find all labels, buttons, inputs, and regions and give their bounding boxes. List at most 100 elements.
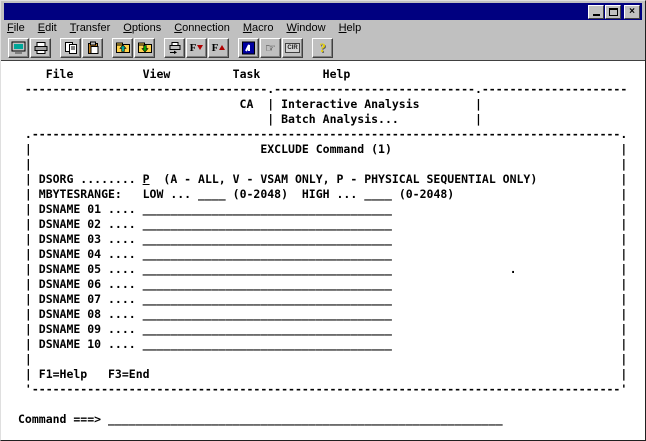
menu-file[interactable]: File <box>7 22 32 34</box>
dsorg-options-text: (A - ALL, V - VSAM ONLY, P - PHYSICAL SE… <box>149 172 628 186</box>
host-menu-file[interactable]: File <box>18 67 74 81</box>
dsname-01-label: | DSNAME 01 .... <box>18 202 143 216</box>
copy-button[interactable] <box>60 37 81 58</box>
print-screen-icon <box>169 41 180 54</box>
title-bar[interactable]: × <box>4 3 642 20</box>
dsname-05-row: | DSNAME 05 .... _______________________… <box>18 262 628 276</box>
pointing-hand-icon: ☞ <box>265 40 276 55</box>
print-button[interactable] <box>30 37 51 58</box>
question-mark-icon: ? <box>319 39 326 55</box>
dsname-06-label: | DSNAME 06 .... <box>18 277 143 291</box>
menu-bar: File Edit Transfer Options Connection Ma… <box>1 20 645 35</box>
task-dropdown-row-1: CA | Interactive Analysis | <box>18 97 482 111</box>
app-window: × File Edit Transfer Options Connection … <box>0 0 646 441</box>
dsname-08-label: | DSNAME 08 .... <box>18 307 143 321</box>
host-menu-view[interactable]: View <box>73 67 171 81</box>
paste-button[interactable] <box>82 37 103 58</box>
minimize-icon <box>592 14 600 16</box>
send-file-button[interactable] <box>112 37 133 58</box>
dsname-09-input[interactable]: ____________________________________ <box>143 322 392 336</box>
receive-file-button[interactable] <box>134 37 155 58</box>
minimize-button[interactable] <box>588 4 604 19</box>
dsname-04-label: | DSNAME 04 .... <box>18 247 143 261</box>
toolbar: F F ☞ CIR ? <box>1 35 645 60</box>
command-label: Command ===> <box>18 412 109 426</box>
dsname-03-row: | DSNAME 03 .... _______________________… <box>18 232 628 246</box>
folder-down-arrow-icon <box>137 42 152 53</box>
dsorg-row: | DSORG ........ P (A - ALL, V - VSAM ON… <box>18 172 645 187</box>
session-button[interactable] <box>8 37 29 58</box>
dsname-05-label: | DSNAME 05 .... <box>18 262 143 276</box>
dsname-09-row: | DSNAME 09 .... _______________________… <box>18 322 628 336</box>
help-contents-icon <box>241 41 255 54</box>
close-button[interactable]: × <box>624 4 640 19</box>
dialog-title: EXCLUDE Command (1) <box>260 142 392 156</box>
menu-connection[interactable]: Connection <box>174 22 237 34</box>
dialog-blank-row-2: | | <box>18 352 628 366</box>
menu-macro[interactable]: Macro <box>243 22 281 34</box>
host-menu-separator: -----------------------------------.----… <box>18 82 628 96</box>
dsname-02-row: | DSNAME 02 .... _______________________… <box>18 217 628 231</box>
dsname-07-label: | DSNAME 07 .... <box>18 292 143 306</box>
task-dropdown-row-2: | Batch Analysis... | <box>18 112 482 126</box>
dsname-10-row: | DSNAME 10 .... _______________________… <box>18 337 628 351</box>
menu-transfer[interactable]: Transfer <box>70 22 118 34</box>
help-button[interactable]: ? <box>312 37 333 58</box>
menu-item-interactive-analysis[interactable]: Interactive Analysis <box>281 97 419 111</box>
dsname-03-input[interactable]: ____________________________________ <box>143 232 392 246</box>
printer-icon <box>34 41 47 54</box>
command-input[interactable]: ________________________________________… <box>108 412 503 426</box>
dsname-05-input[interactable]: ____________________________________ <box>143 262 392 276</box>
dsorg-input[interactable]: P <box>143 172 150 186</box>
dsname-06-row: | DSNAME 06 .... _______________________… <box>18 277 628 291</box>
mbytes-low-input[interactable]: ____ <box>198 187 226 201</box>
dsname-08-row: | DSNAME 08 .... _______________________… <box>18 307 628 321</box>
dsname-01-row: | DSNAME 01 .... _______________________… <box>18 202 628 216</box>
dialog-bottom-border: '---------------------------------------… <box>18 382 628 396</box>
mbytesrange-label: | MBYTESRANGE: LOW ... <box>18 187 199 201</box>
terminal-screen: File View Task Help --------------------… <box>1 60 645 440</box>
folder-up-arrow-icon <box>115 42 130 53</box>
menu-window[interactable]: Window <box>286 22 332 34</box>
cir-button[interactable]: CIR <box>282 37 303 58</box>
maximize-icon <box>608 7 618 16</box>
dialog-title-row: | EXCLUDE Command (1) | <box>18 142 628 156</box>
maximize-button[interactable] <box>605 4 621 19</box>
mbytes-high-input[interactable]: ____ <box>364 187 392 201</box>
context-help-button[interactable]: ☞ <box>260 37 281 58</box>
dsname-02-label: | DSNAME 02 .... <box>18 217 143 231</box>
menu-help[interactable]: Help <box>339 22 369 34</box>
mbytesrange-row: | MBYTESRANGE: LOW ... ____ (0-2048) HIG… <box>18 187 628 201</box>
copy-icon <box>64 41 77 54</box>
help-contents-button[interactable] <box>238 37 259 58</box>
dsname-06-input[interactable]: ____________________________________ <box>143 277 392 291</box>
dsname-01-input[interactable]: ____________________________________ <box>143 202 392 216</box>
command-row: Command ===> ___________________________… <box>18 412 645 427</box>
dsname-10-label: | DSNAME 10 .... <box>18 337 143 351</box>
menu-edit[interactable]: Edit <box>38 22 64 34</box>
cir-icon: CIR <box>285 42 300 53</box>
dsname-03-label: | DSNAME 03 .... <box>18 232 143 246</box>
dsname-10-input[interactable]: ____________________________________ <box>143 337 392 351</box>
print-screen-button[interactable] <box>164 37 185 58</box>
dsname-04-input[interactable]: ____________________________________ <box>143 247 392 261</box>
host-screen: File View Task Help --------------------… <box>1 61 645 427</box>
dsname-07-row: | DSNAME 07 .... _______________________… <box>18 292 628 306</box>
font-decrease-icon: F <box>189 41 197 54</box>
dsname-08-input[interactable]: ____________________________________ <box>143 307 392 321</box>
paste-icon <box>87 41 98 54</box>
dsname-07-input[interactable]: ____________________________________ <box>143 292 392 306</box>
dsname-02-input[interactable]: ____________________________________ <box>143 217 392 231</box>
font-increase-button[interactable]: F <box>208 37 229 58</box>
dialog-blank-row: | | <box>18 157 628 171</box>
font-decrease-button[interactable]: F <box>186 37 207 58</box>
close-icon: × <box>629 6 635 17</box>
spacer-row <box>18 397 645 412</box>
menu-item-batch-analysis[interactable]: Batch Analysis... <box>281 112 399 126</box>
dialog-top-border: .---------------------------------------… <box>18 127 628 141</box>
dsname-09-label: | DSNAME 09 .... <box>18 322 143 336</box>
host-menu-task[interactable]: Task <box>170 67 261 81</box>
host-menu-row: File View Task Help <box>18 67 645 82</box>
menu-options[interactable]: Options <box>123 22 168 34</box>
host-menu-help[interactable]: Help <box>260 67 351 81</box>
